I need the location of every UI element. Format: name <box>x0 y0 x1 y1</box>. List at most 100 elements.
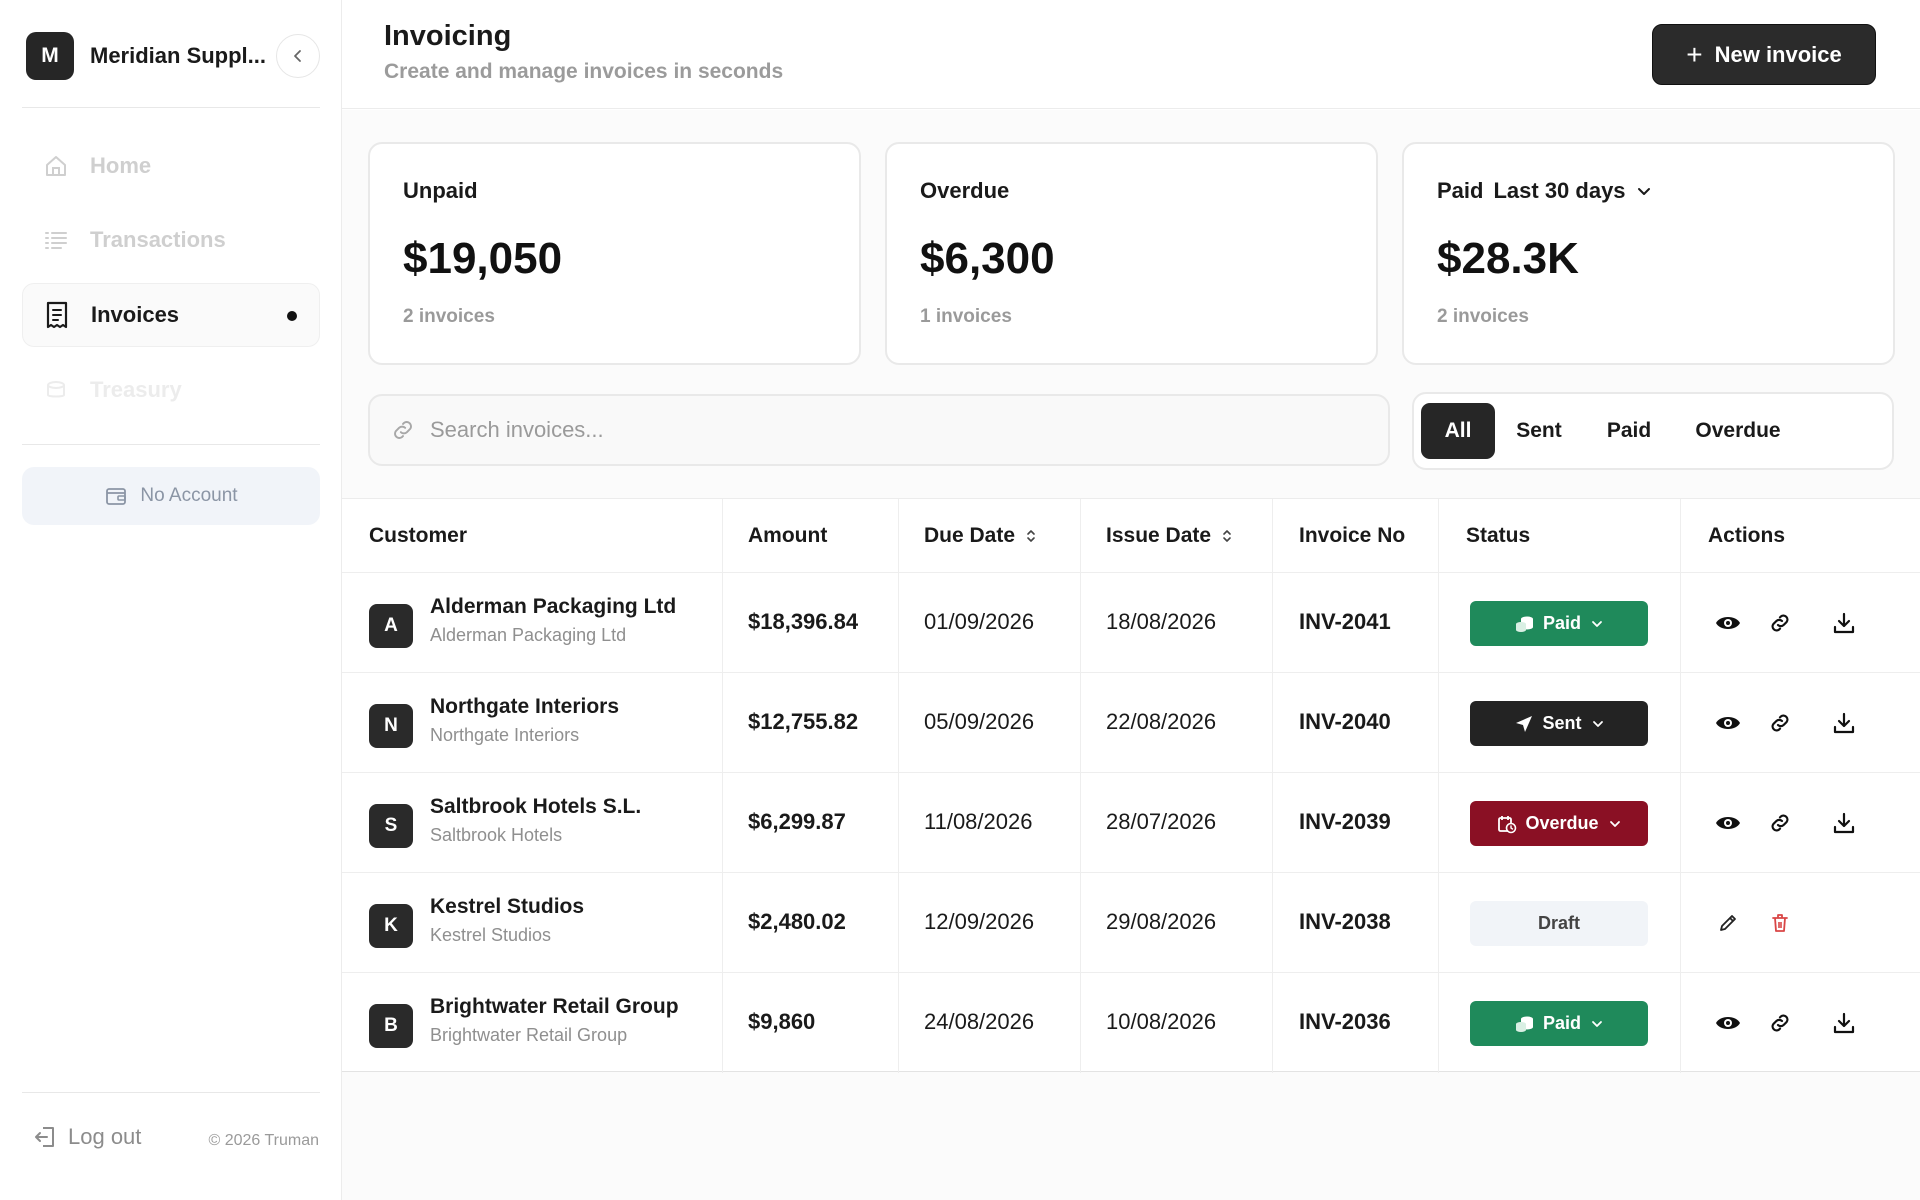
chevron-down-icon <box>1592 718 1604 730</box>
column-header-label: Issue Date <box>1106 523 1212 547</box>
invoice-amount: $9,860 <box>748 1009 816 1034</box>
edit-icon[interactable] <box>1714 909 1742 937</box>
column-header-invoice-no: Invoice No <box>1299 523 1406 547</box>
view-icon[interactable] <box>1714 1009 1742 1037</box>
home-icon <box>42 152 70 180</box>
table-row[interactable]: K Kestrel Studios Kestrel Studios $2,480… <box>342 872 1920 972</box>
chevron-left-icon <box>294 50 301 62</box>
status-badge-paid[interactable]: Paid <box>1470 1001 1648 1046</box>
issue-date: 22/08/2026 <box>1106 709 1217 734</box>
filter-tab-paid[interactable]: Paid <box>1592 403 1666 459</box>
status-badge-overdue[interactable]: Overdue <box>1470 801 1648 846</box>
view-icon[interactable] <box>1714 609 1742 637</box>
view-icon[interactable] <box>1714 709 1742 737</box>
status-label: Paid <box>1542 613 1581 633</box>
summary-card-unpaid: Unpaid $19,050 2 invoices <box>368 142 861 365</box>
status-badge-paid[interactable]: Paid <box>1470 601 1648 646</box>
customer-avatar: A <box>369 604 413 648</box>
column-header-amount: Amount <box>748 523 828 547</box>
sidebar-divider <box>22 107 320 108</box>
status-badge-sent[interactable]: Sent <box>1470 701 1648 746</box>
status-filter-tabs: All Sent Paid Overdue <box>1412 392 1894 470</box>
collapse-sidebar-button[interactable] <box>276 34 320 78</box>
sidebar-item-label: Home <box>90 153 152 178</box>
download-icon[interactable] <box>1830 1009 1858 1037</box>
issue-date: 29/08/2026 <box>1106 909 1217 934</box>
card-value: $19,050 <box>403 234 563 283</box>
customer-avatar: K <box>369 904 413 948</box>
customer-name: Brightwater Retail Group <box>430 995 679 1018</box>
status-label: Draft <box>1537 913 1580 933</box>
invoice-amount: $12,755.82 <box>748 709 859 734</box>
copy-link-icon[interactable] <box>1766 609 1794 637</box>
table-row[interactable]: B Brightwater Retail Group Brightwater R… <box>342 972 1920 1072</box>
column-header-issue-date[interactable]: Issue Date <box>1106 499 1233 572</box>
send-icon <box>1514 714 1534 734</box>
period-label: Last 30 days <box>1493 178 1626 203</box>
card-count: 1 invoices <box>920 306 1012 327</box>
card-count: 2 invoices <box>1437 306 1529 327</box>
sidebar-divider <box>22 444 320 445</box>
search-input[interactable] <box>430 417 1330 443</box>
status-badge-draft: Draft <box>1470 901 1648 946</box>
new-invoice-button[interactable]: + New invoice <box>1652 24 1876 85</box>
new-invoice-label: New invoice <box>1714 41 1842 67</box>
summary-card-paid: Paid Last 30 days $28.3K 2 invoices <box>1402 142 1895 365</box>
page-subtitle: Create and manage invoices in seconds <box>384 60 784 83</box>
card-label: Paid Last 30 days <box>1437 178 1652 204</box>
sidebar-item-home[interactable]: Home <box>22 134 320 198</box>
workspace-name: Meridian Suppl... <box>90 43 267 68</box>
status-label: Overdue <box>1525 813 1599 833</box>
copy-link-icon[interactable] <box>1766 709 1794 737</box>
table-row[interactable]: A Alderman Packaging Ltd Alderman Packag… <box>342 572 1920 672</box>
link-icon <box>390 417 416 443</box>
table-row[interactable]: N Northgate Interiors Northgate Interior… <box>342 672 1920 772</box>
delete-icon[interactable] <box>1766 909 1794 937</box>
sidebar-item-transactions[interactable]: Transactions <box>22 208 320 272</box>
download-icon[interactable] <box>1830 809 1858 837</box>
card-count: 2 invoices <box>403 306 495 327</box>
copy-link-icon[interactable] <box>1766 1009 1794 1037</box>
workspace-switcher[interactable]: M Meridian Suppl... <box>26 32 320 80</box>
copy-link-icon[interactable] <box>1766 809 1794 837</box>
column-header-actions: Actions <box>1708 523 1786 547</box>
sidebar-item-invoices[interactable]: Invoices <box>22 283 320 347</box>
card-label: Unpaid <box>403 178 478 203</box>
period-dropdown[interactable]: Last 30 days <box>1493 178 1625 204</box>
invoice-amount: $18,396.84 <box>748 609 859 634</box>
column-header-label: Due Date <box>924 523 1016 547</box>
invoices-table: Customer Amount Due Date Issue Date Invo… <box>342 498 1920 1073</box>
coins-icon <box>42 376 70 404</box>
sidebar-item-label: Transactions <box>90 227 226 252</box>
view-icon[interactable] <box>1714 809 1742 837</box>
invoice-number: INV-2039 <box>1299 809 1391 834</box>
plus-icon: + <box>1686 38 1703 70</box>
due-date: 24/08/2026 <box>924 1009 1035 1034</box>
sidebar-item-treasury[interactable]: Treasury <box>22 358 320 422</box>
chevron-down-icon[interactable] <box>1636 183 1652 199</box>
search-bar[interactable] <box>368 394 1390 466</box>
download-icon[interactable] <box>1830 709 1858 737</box>
no-account-label: No Account <box>140 485 238 506</box>
sidebar: M Meridian Suppl... Home Transactions In… <box>0 0 342 1200</box>
calendar-clock-icon <box>1497 814 1517 834</box>
customer-avatar: B <box>369 1004 413 1048</box>
filter-tab-sent[interactable]: Sent <box>1502 403 1576 459</box>
wallet-icon <box>104 484 128 508</box>
customer-subtitle: Alderman Packaging Ltd <box>430 625 627 645</box>
sort-icon[interactable] <box>1221 528 1233 544</box>
logout-icon <box>32 1124 58 1150</box>
column-header-due-date[interactable]: Due Date <box>924 499 1037 572</box>
column-header-status: Status <box>1466 523 1531 547</box>
no-account-button[interactable]: No Account <box>22 467 320 525</box>
invoice-number: INV-2038 <box>1299 909 1391 934</box>
table-row[interactable]: S Saltbrook Hotels S.L. Saltbrook Hotels… <box>342 772 1920 872</box>
filter-tab-all[interactable]: All <box>1421 403 1495 459</box>
list-icon <box>42 226 70 254</box>
logout-button[interactable]: Log out <box>32 1124 141 1150</box>
customer-avatar: S <box>369 804 413 848</box>
download-icon[interactable] <box>1830 609 1858 637</box>
sort-icon[interactable] <box>1025 528 1037 544</box>
column-header-customer: Customer <box>369 523 468 547</box>
filter-tab-overdue[interactable]: Overdue <box>1682 403 1794 459</box>
